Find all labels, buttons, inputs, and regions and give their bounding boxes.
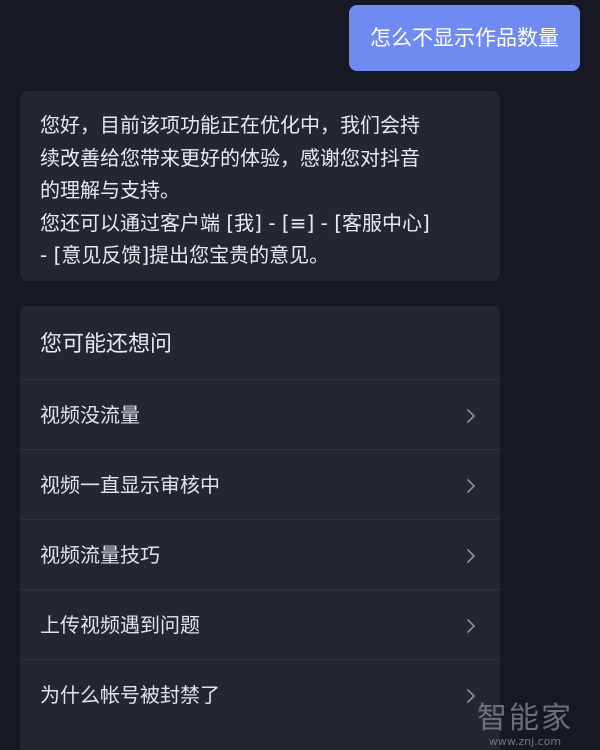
chevron-right-icon — [467, 409, 475, 423]
bot-message-bubble: 您好，目前该项功能正在优化中，我们会持 续改善给您带来更好的体验，感谢您对抖音 … — [20, 91, 500, 281]
chevron-right-icon — [467, 479, 475, 493]
chevron-right-icon — [467, 689, 475, 703]
suggested-question-label: 视频一直显示审核中 — [40, 473, 220, 497]
suggested-question-item[interactable]: 视频一直显示审核中 — [20, 450, 500, 520]
suggested-questions-title: 您可能还想问 — [20, 306, 500, 380]
bot-message-line: 您还可以通过客户端 [我] - [≡] - [客服中心] — [40, 210, 430, 235]
chat-screen: 怎么不显示作品数量 您好，目前该项功能正在优化中，我们会持 续改善给您带来更好的… — [0, 0, 600, 750]
suggested-question-item[interactable]: 视频流量技巧 — [20, 520, 500, 590]
user-message-bubble: 怎么不显示作品数量 — [349, 5, 580, 71]
bot-message-line: 续改善给您带来更好的体验，感谢您对抖音 — [40, 145, 420, 170]
suggested-question-item[interactable]: 为什么帐号被封禁了 — [20, 660, 500, 730]
watermark-text: 智能家 — [477, 701, 573, 736]
suggested-question-label: 上传视频遇到问题 — [40, 613, 200, 637]
watermark-url: www.znj.com — [488, 735, 562, 748]
suggested-questions-card: 您可能还想问 视频没流量 视频一直显示审核中 视频流量技巧 上传视频遇到问题 为… — [20, 306, 500, 750]
bot-message-line: 您好，目前该项功能正在优化中，我们会持 — [40, 113, 420, 137]
bot-message-line: 的理解与支持。 — [40, 178, 180, 202]
chevron-right-icon — [467, 549, 475, 563]
suggested-question-label: 视频没流量 — [40, 403, 140, 427]
watermark: 智能家 www.znj.com — [460, 702, 590, 748]
suggested-question-item[interactable]: 视频没流量 — [20, 380, 500, 450]
suggested-question-label: 视频流量技巧 — [40, 543, 160, 567]
suggested-question-item[interactable]: 上传视频遇到问题 — [20, 590, 500, 660]
suggested-question-label: 为什么帐号被封禁了 — [40, 683, 220, 707]
bot-message-line: - [意见反馈]提出您宝贵的意见。 — [40, 243, 330, 267]
chevron-right-icon — [467, 619, 475, 633]
